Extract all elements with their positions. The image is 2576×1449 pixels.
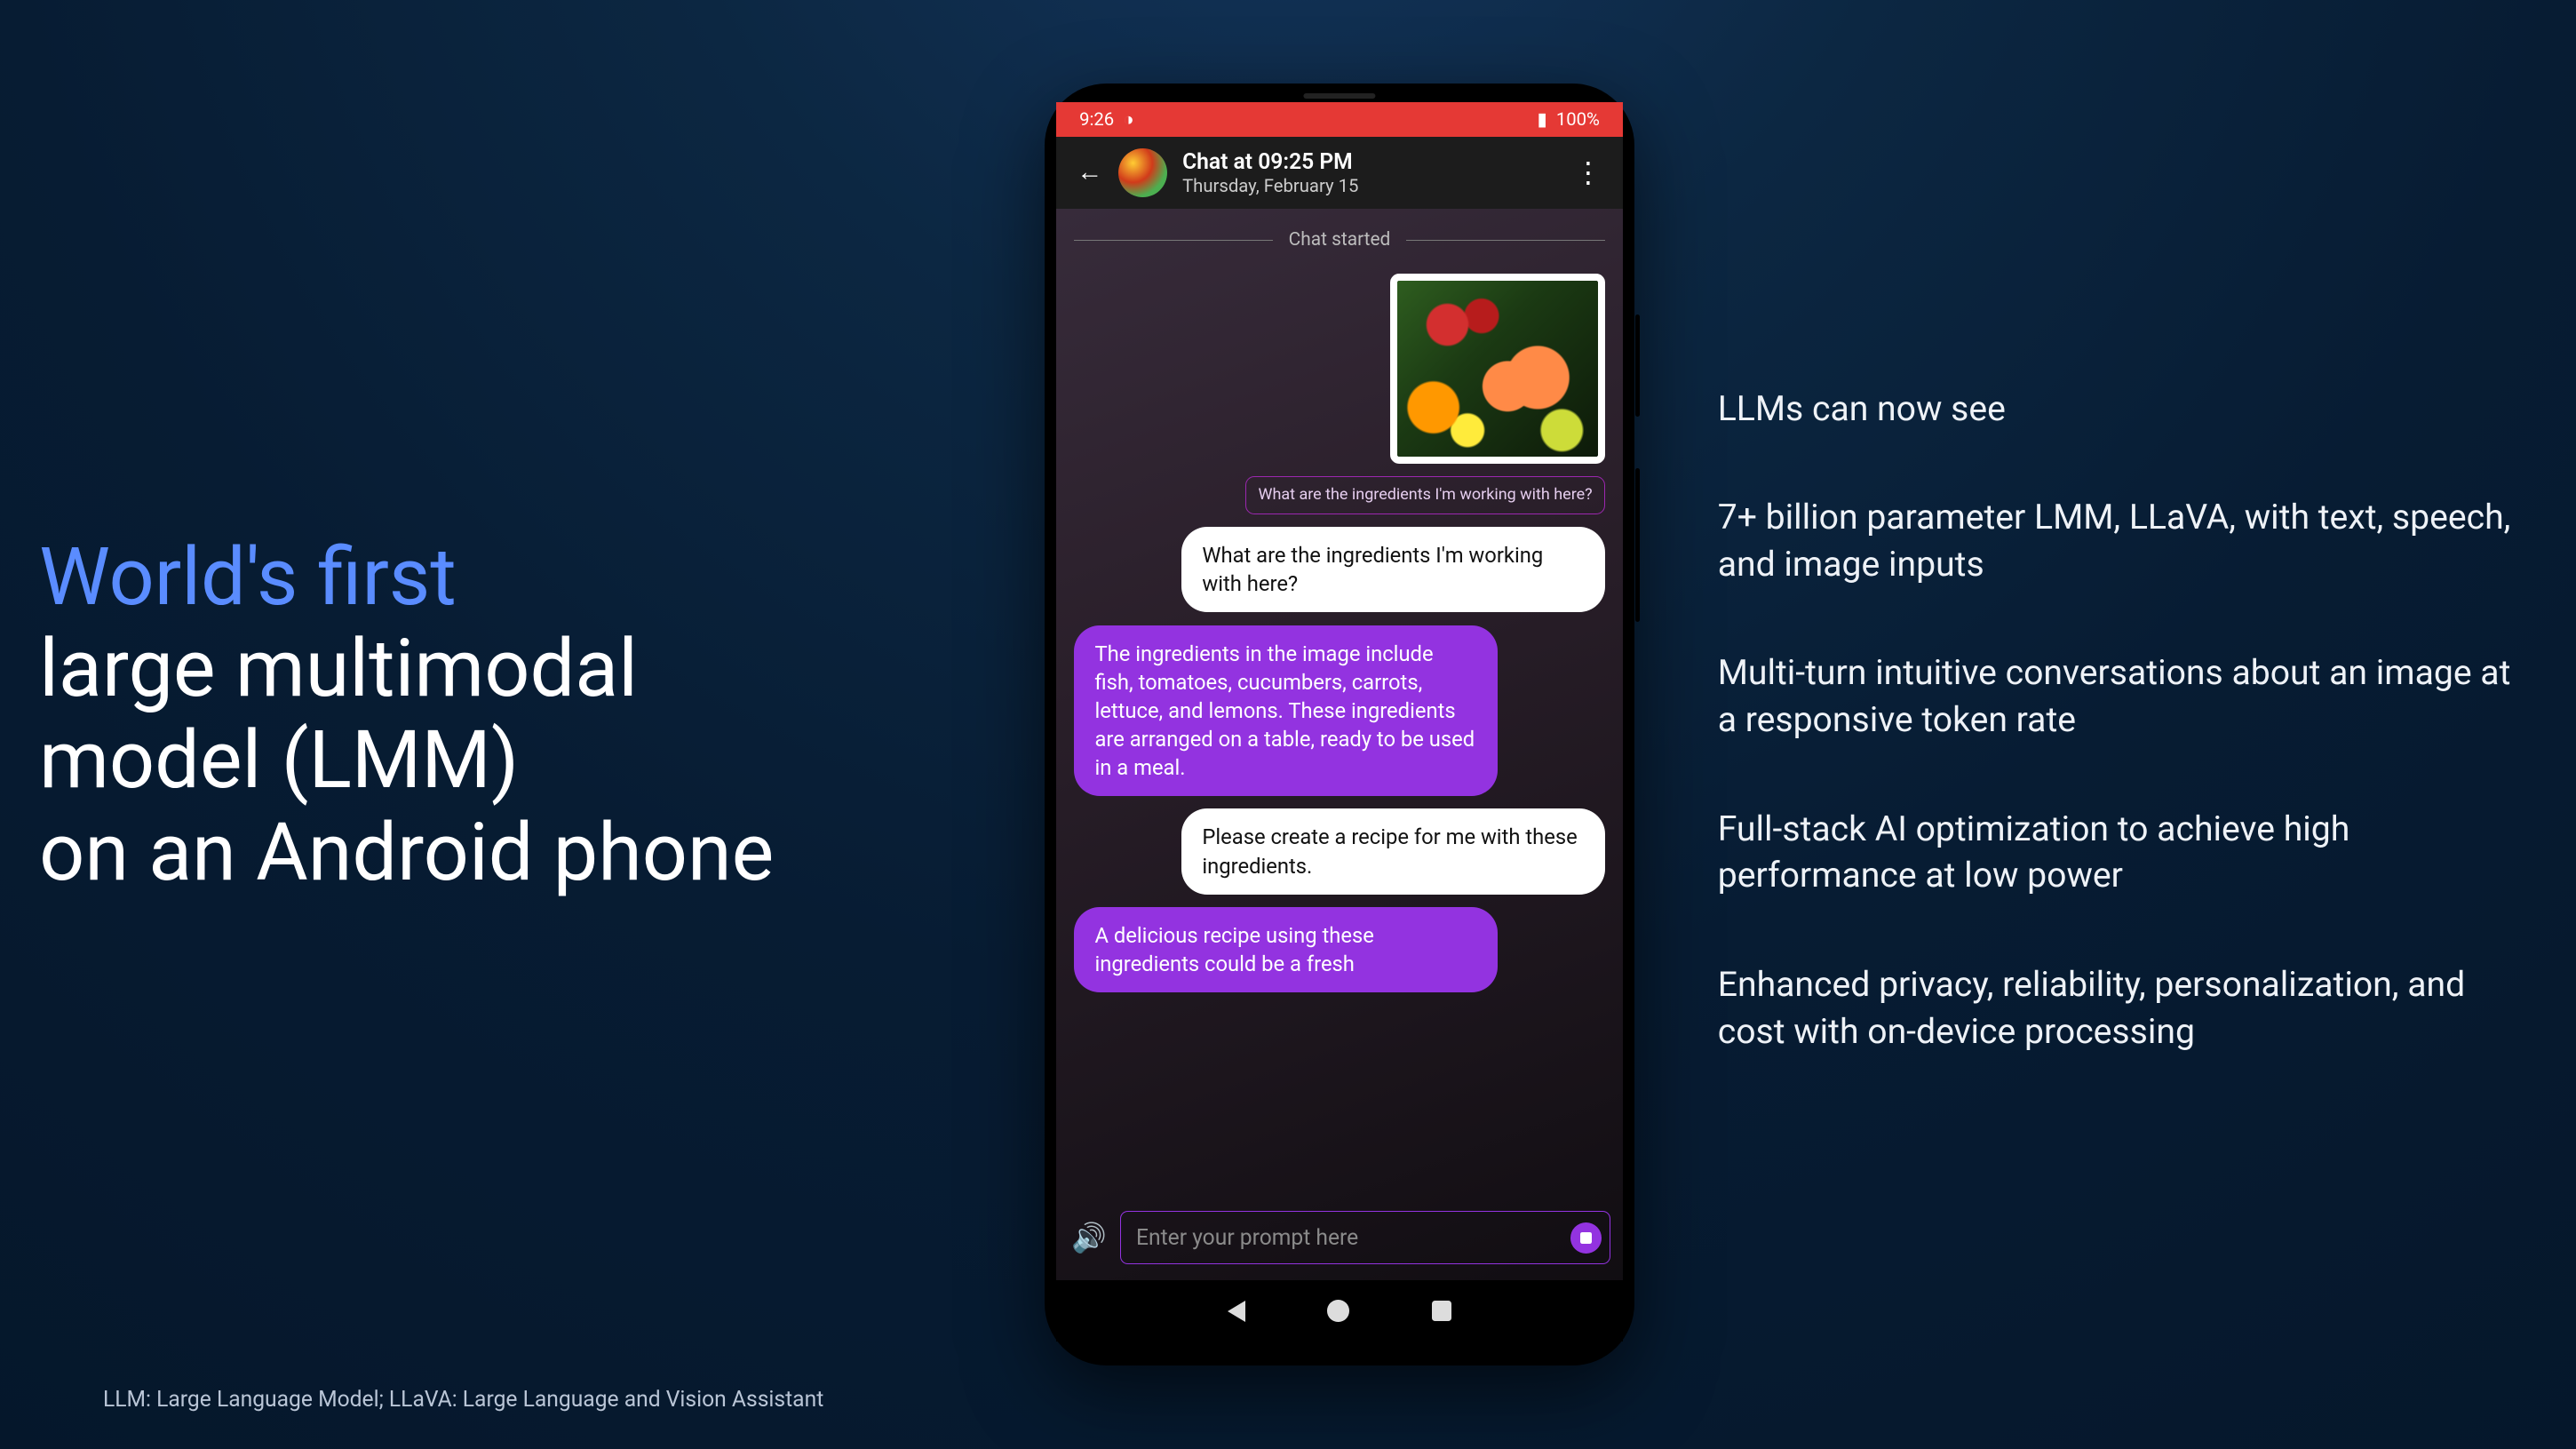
headline: World's first large multimodal model (LM… xyxy=(39,531,969,899)
status-left: 9:26 ◑ xyxy=(1079,108,1134,131)
chat-started-label: Chat started xyxy=(1289,229,1391,251)
phone-side-button xyxy=(1635,314,1640,417)
chat-body[interactable]: Chat started What are the ingredients I'… xyxy=(1056,209,1623,1198)
chat-started-divider: Chat started xyxy=(1074,229,1604,251)
image-caption-bubble: What are the ingredients I'm working wit… xyxy=(1245,476,1604,514)
headline-accent: World's first xyxy=(39,530,457,624)
prompt-input[interactable]: Enter your prompt here xyxy=(1120,1211,1610,1264)
bot-message: The ingredients in the image include fis… xyxy=(1074,625,1498,796)
status-right: ▮ 100% xyxy=(1538,108,1600,130)
nav-back-icon[interactable] xyxy=(1228,1301,1245,1322)
headline-line-3: on an Android phone xyxy=(39,806,774,899)
prompt-placeholder: Enter your prompt here xyxy=(1136,1225,1358,1251)
status-battery: 100% xyxy=(1556,108,1600,130)
bot-message: A delicious recipe using these ingredien… xyxy=(1074,907,1498,992)
message-row: What are the ingredients I'm working wit… xyxy=(1074,476,1604,514)
slide: World's first large multimodal model (LM… xyxy=(0,0,2576,1449)
phone-screen: 9:26 ◑ ▮ 100% ← Chat at 09:25 PM Thursda… xyxy=(1056,102,1623,1342)
footnote: LLM: Large Language Model; LLaVA: Large … xyxy=(103,1387,823,1413)
speaker-icon[interactable]: 🔊 xyxy=(1071,1221,1107,1254)
message-row: A delicious recipe using these ingredien… xyxy=(1074,907,1604,992)
app-bar-text: Chat at 09:25 PM Thursday, February 15 xyxy=(1182,149,1558,197)
image-message[interactable] xyxy=(1390,274,1605,463)
divider-line xyxy=(1406,240,1605,241)
phone-frame: 9:26 ◑ ▮ 100% ← Chat at 09:25 PM Thursda… xyxy=(1045,84,1634,1365)
bullet-item: Enhanced privacy, reliability, personali… xyxy=(1718,961,2532,1055)
stop-button[interactable] xyxy=(1570,1222,1602,1254)
android-nav-bar xyxy=(1056,1280,1623,1342)
nav-home-icon[interactable] xyxy=(1327,1300,1349,1322)
more-menu-icon[interactable]: ⋮ xyxy=(1574,164,1602,181)
bullet-list: LLMs can now see 7+ billion parameter LM… xyxy=(1700,386,2576,1055)
battery-icon: ▮ xyxy=(1538,108,1547,130)
app-bar: ← Chat at 09:25 PM Thursday, February 15… xyxy=(1056,137,1623,209)
user-message: Please create a recipe for me with these… xyxy=(1181,808,1605,894)
phone-speaker xyxy=(1303,93,1375,99)
back-icon[interactable]: ← xyxy=(1077,160,1102,186)
headline-line-2: model (LMM) xyxy=(39,713,519,807)
headline-block: World's first large multimodal model (LM… xyxy=(0,531,979,899)
status-app-icon: ◑ xyxy=(1123,108,1133,131)
bullet-item: LLMs can now see xyxy=(1718,386,2532,433)
bullet-item: Full-stack AI optimization to achieve hi… xyxy=(1718,806,2532,900)
app-bar-subtitle: Thursday, February 15 xyxy=(1182,175,1558,196)
status-time: 9:26 xyxy=(1079,108,1114,130)
bullet-item: 7+ billion parameter LMM, LLaVA, with te… xyxy=(1718,494,2532,588)
headline-line-1: large multimodal xyxy=(39,622,638,715)
message-row xyxy=(1074,274,1604,463)
nav-recents-icon[interactable] xyxy=(1432,1301,1452,1321)
avatar[interactable] xyxy=(1118,148,1167,197)
message-row: Please create a recipe for me with these… xyxy=(1074,808,1604,894)
message-row: The ingredients in the image include fis… xyxy=(1074,625,1604,796)
message-row: What are the ingredients I'm working wit… xyxy=(1074,527,1604,612)
app-bar-title: Chat at 09:25 PM xyxy=(1182,149,1558,176)
food-image xyxy=(1397,281,1598,456)
phone-column: 9:26 ◑ ▮ 100% ← Chat at 09:25 PM Thursda… xyxy=(979,84,1700,1365)
divider-line xyxy=(1074,240,1273,241)
bullet-item: Multi-turn intuitive conversations about… xyxy=(1718,649,2532,744)
status-bar: 9:26 ◑ ▮ 100% xyxy=(1056,102,1623,137)
input-bar: 🔊 Enter your prompt here xyxy=(1056,1198,1623,1280)
user-message: What are the ingredients I'm working wit… xyxy=(1181,527,1605,612)
phone-side-button xyxy=(1635,468,1640,622)
